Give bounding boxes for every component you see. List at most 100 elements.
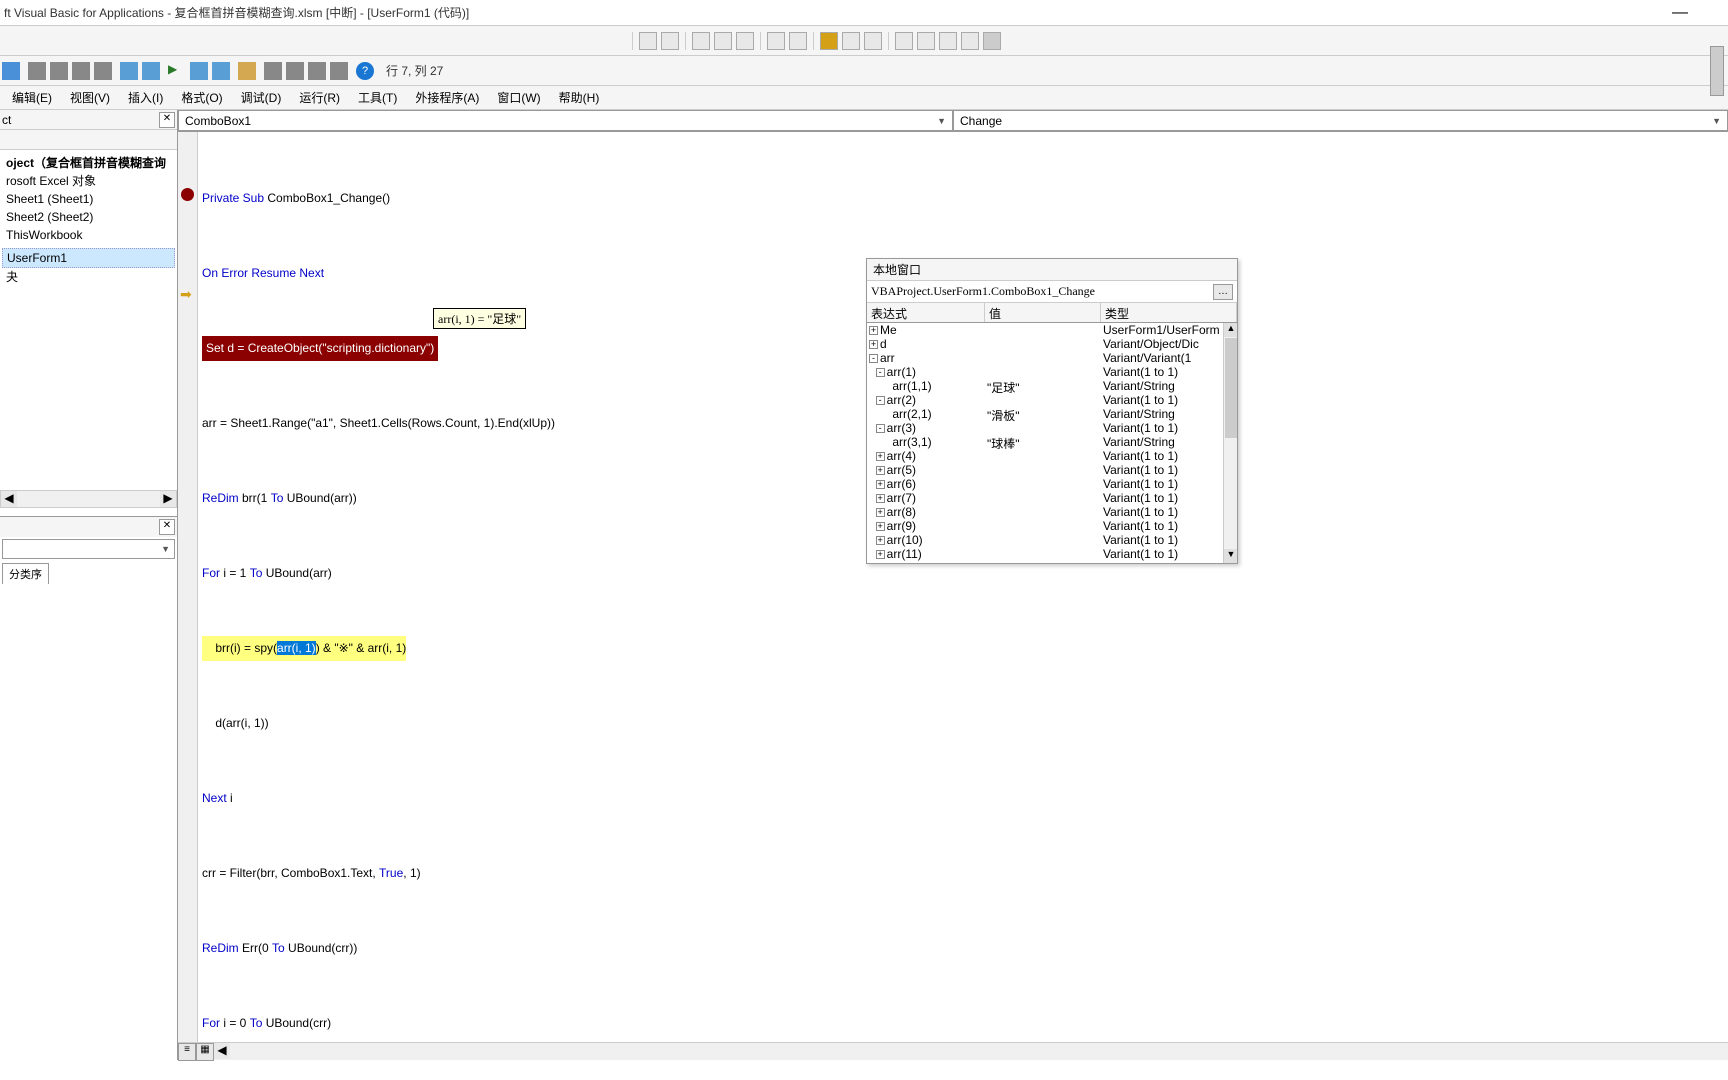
locals-row[interactable]: +arr(8)Variant(1 to 1)	[867, 505, 1223, 519]
tree-node-sheet2[interactable]: Sheet2 (Sheet2)	[2, 208, 175, 226]
scroll-down-icon[interactable]: ▼	[1224, 549, 1237, 563]
locals-row[interactable]: -arrVariant/Variant(1	[867, 351, 1223, 365]
props-close-button[interactable]: ✕	[159, 519, 175, 535]
locals-row[interactable]: +dVariant/Object/Dic	[867, 337, 1223, 351]
toolbar-grip-icon[interactable]	[983, 32, 1001, 50]
scroll-left-icon[interactable]: ◀	[214, 1043, 230, 1059]
menu-edit[interactable]: 编辑(E)	[4, 87, 60, 108]
uncomment-icon[interactable]	[864, 32, 882, 50]
run-icon[interactable]: ▶	[168, 62, 186, 80]
expand-icon[interactable]: +	[876, 452, 885, 461]
locals-row[interactable]: -arr(3)Variant(1 to 1)	[867, 421, 1223, 435]
scroll-up-icon[interactable]: ▲	[1224, 323, 1237, 337]
project-tree[interactable]: oject（复合框首拼音模糊查询 rosoft Excel 对象 Sheet1 …	[0, 150, 177, 290]
props-object-combo[interactable]: ▼	[2, 539, 175, 559]
menu-window[interactable]: 窗口(W)	[489, 87, 548, 108]
locals-row[interactable]: +arr(10)Variant(1 to 1)	[867, 533, 1223, 547]
toolbox-icon[interactable]	[330, 62, 348, 80]
tree-node-userform[interactable]: UserForm1	[2, 248, 175, 268]
scroll-right-icon[interactable]: ▶	[160, 491, 176, 507]
locals-row[interactable]: -arr(1)Variant(1 to 1)	[867, 365, 1223, 379]
expand-icon[interactable]: +	[876, 536, 885, 545]
full-module-view-icon[interactable]: ▦	[196, 1043, 214, 1061]
col-type[interactable]: 类型	[1101, 303, 1237, 322]
undo-icon[interactable]	[120, 62, 138, 80]
locals-call-stack-button[interactable]: …	[1213, 284, 1233, 300]
scroll-left-icon[interactable]: ◀	[1, 491, 17, 507]
locals-row[interactable]: +arr(5)Variant(1 to 1)	[867, 463, 1223, 477]
bookmark-icon[interactable]	[895, 32, 913, 50]
expand-icon[interactable]: +	[876, 466, 885, 475]
expand-icon[interactable]: +	[876, 550, 885, 559]
menu-run[interactable]: 运行(R)	[291, 87, 348, 108]
comment-icon[interactable]	[842, 32, 860, 50]
find-icon[interactable]	[94, 62, 112, 80]
expand-icon[interactable]: +	[876, 494, 885, 503]
scroll-thumb[interactable]	[1225, 338, 1237, 438]
menu-debug[interactable]: 调试(D)	[233, 87, 290, 108]
watch-icon[interactable]	[639, 32, 657, 50]
outdent-icon[interactable]	[789, 32, 807, 50]
tree-scroll-h[interactable]: ◀ ▶	[0, 490, 177, 508]
design-mode-icon[interactable]	[238, 62, 256, 80]
locals-row[interactable]: +arr(9)Variant(1 to 1)	[867, 519, 1223, 533]
locals-row[interactable]: +arr(4)Variant(1 to 1)	[867, 449, 1223, 463]
locals-title-bar[interactable]: 本地窗口	[867, 259, 1237, 281]
menu-tools[interactable]: 工具(T)	[350, 87, 405, 108]
step-over-icon[interactable]	[714, 32, 732, 50]
prev-bookmark-icon[interactable]	[939, 32, 957, 50]
properties-icon[interactable]	[286, 62, 304, 80]
project-explorer-icon[interactable]	[264, 62, 282, 80]
locals-row[interactable]: +MeUserForm1/UserForm	[867, 323, 1223, 337]
expand-icon[interactable]: +	[876, 508, 885, 517]
next-bookmark-icon[interactable]	[917, 32, 935, 50]
locals-scrollbar-v[interactable]: ▲ ▼	[1223, 323, 1237, 563]
code-margin[interactable]: ➡	[178, 132, 198, 1060]
procedure-view-icon[interactable]: ≡	[178, 1043, 196, 1061]
menu-insert[interactable]: 插入(I)	[120, 87, 171, 108]
locals-tree[interactable]: +MeUserForm1/UserForm+dVariant/Object/Di…	[867, 323, 1237, 563]
props-tab-category[interactable]: 分类序	[2, 563, 49, 584]
expand-icon[interactable]: +	[876, 480, 885, 489]
redo-icon[interactable]	[142, 62, 160, 80]
menu-format[interactable]: 格式(O)	[173, 87, 230, 108]
tree-node-excel[interactable]: rosoft Excel 对象	[2, 172, 175, 190]
locals-window[interactable]: 本地窗口 VBAProject.UserForm1.ComboBox1_Chan…	[866, 258, 1238, 564]
quick-watch-icon[interactable]	[661, 32, 679, 50]
expand-icon[interactable]: +	[869, 340, 878, 349]
expand-icon[interactable]: +	[869, 326, 878, 335]
minimize-button[interactable]: —	[1672, 4, 1688, 22]
step-out-icon[interactable]	[736, 32, 754, 50]
tree-node-sheet1[interactable]: Sheet1 (Sheet1)	[2, 190, 175, 208]
menu-help[interactable]: 帮助(H)	[551, 87, 608, 108]
save-icon[interactable]	[2, 62, 20, 80]
breakpoint-icon[interactable]	[181, 188, 194, 201]
menu-addins[interactable]: 外接程序(A)	[407, 87, 487, 108]
paste-icon[interactable]	[72, 62, 90, 80]
collapse-icon[interactable]: -	[876, 396, 885, 405]
locals-row[interactable]: arr(2,1)"滑板"Variant/String	[867, 407, 1223, 421]
collapse-icon[interactable]: -	[869, 354, 878, 363]
locals-row[interactable]: arr(1,1)"足球"Variant/String	[867, 379, 1223, 393]
locals-row[interactable]: +arr(6)Variant(1 to 1)	[867, 477, 1223, 491]
col-value[interactable]: 值	[985, 303, 1101, 322]
step-into-icon[interactable]	[692, 32, 710, 50]
object-combo[interactable]: ComboBox1 ▼	[178, 110, 953, 131]
col-expression[interactable]: 表达式	[867, 303, 985, 322]
locals-row[interactable]: arr(3,1)"球棒"Variant/String	[867, 435, 1223, 449]
collapse-icon[interactable]: -	[876, 368, 885, 377]
tree-root[interactable]: oject（复合框首拼音模糊查询	[2, 154, 175, 172]
breakpoint-toggle-icon[interactable]	[820, 32, 838, 50]
code-scrollbar-h[interactable]: ≡ ▦ ◀	[178, 1042, 1728, 1060]
help-icon[interactable]: ?	[356, 62, 374, 80]
indent-icon[interactable]	[767, 32, 785, 50]
tree-node-module[interactable]: 夬	[2, 268, 175, 286]
clear-bookmark-icon[interactable]	[961, 32, 979, 50]
locals-row[interactable]: -arr(2)Variant(1 to 1)	[867, 393, 1223, 407]
menu-view[interactable]: 视图(V)	[62, 87, 118, 108]
panel-close-button[interactable]: ✕	[159, 112, 175, 128]
locals-row[interactable]: +arr(7)Variant(1 to 1)	[867, 491, 1223, 505]
cut-icon[interactable]	[28, 62, 46, 80]
locals-row[interactable]: +arr(11)Variant(1 to 1)	[867, 547, 1223, 561]
procedure-combo[interactable]: Change ▼	[953, 110, 1728, 131]
